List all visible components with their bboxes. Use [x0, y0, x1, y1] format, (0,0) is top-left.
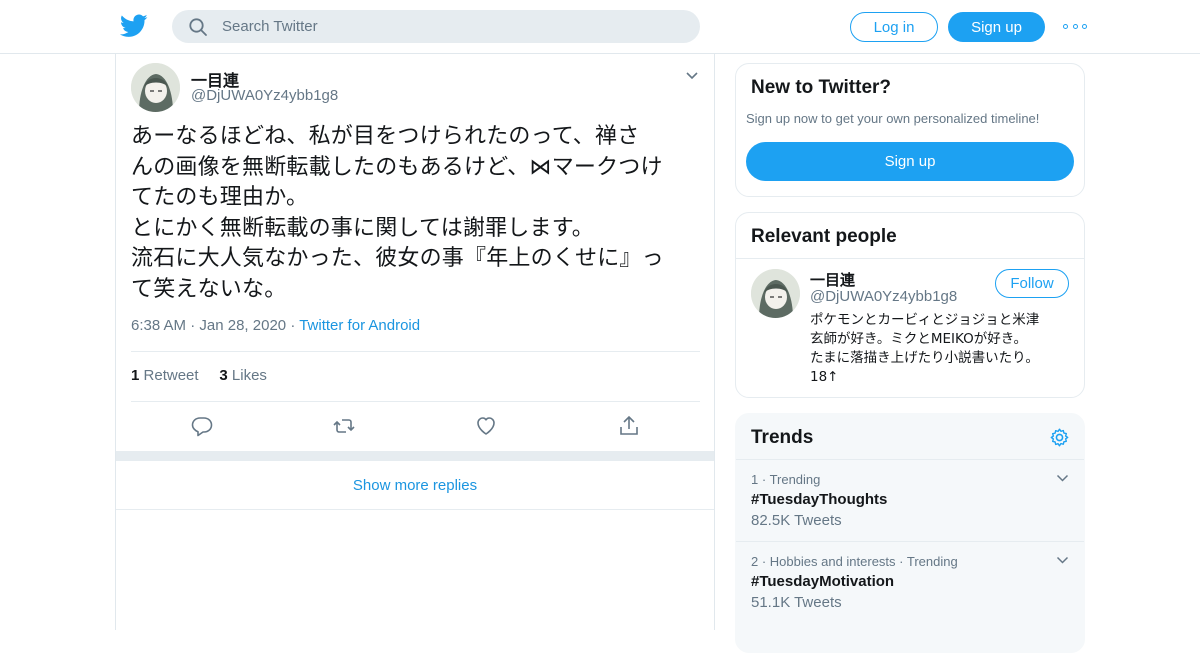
person-bio: ポケモンとカービィとジョジョと米津 玄師が好き。ミクとMEIKOが好き。 たまに…	[810, 312, 1040, 385]
trend-meta: 2 · Hobbies and interests · Trending	[751, 554, 958, 569]
card-title: New to Twitter?	[751, 77, 892, 98]
retweet-label: Retweet	[143, 367, 199, 384]
trend-item[interactable]: 2 · Hobbies and interests · Trending #Tu…	[736, 541, 1084, 623]
divider	[736, 258, 1084, 259]
follow-button[interactable]: Follow	[995, 269, 1069, 298]
tweet-time[interactable]: 6:38 AM	[131, 317, 186, 334]
person-handle[interactable]: @DjUWA0Yz4ybb1g8	[810, 288, 957, 305]
tweet-text: あーなるほどね、私が目をつけられたのって、禅さ んの画像を無断転載したのもあるけ…	[131, 124, 664, 302]
trend-meta: 1 · Trending	[751, 472, 821, 487]
retweet-icon[interactable]	[333, 415, 355, 437]
avatar-illustration-icon	[751, 269, 800, 318]
divider	[131, 401, 700, 402]
tweet-detail-column: 一目連 @DjUWA0Yz4ybb1g8 あーなるほどね、私が目をつけられたのっ…	[115, 54, 715, 630]
tweet-date[interactable]: Jan 28, 2020	[199, 317, 286, 334]
more-options-icon[interactable]	[1063, 16, 1087, 36]
chevron-down-icon[interactable]	[1056, 474, 1069, 483]
signup-button[interactable]: Sign up	[948, 12, 1045, 42]
avatar[interactable]	[751, 269, 800, 318]
trend-tweet-count: 82.5K Tweets	[751, 512, 842, 529]
card-title: Relevant people	[751, 226, 897, 247]
like-count: 3	[219, 367, 228, 384]
search-icon	[189, 17, 207, 36]
search-input[interactable]	[222, 18, 662, 35]
avatar[interactable]	[131, 63, 180, 112]
reply-icon[interactable]	[191, 415, 213, 437]
retweet-stat[interactable]: 1 Retweet	[131, 367, 199, 384]
relevant-people-card: Relevant people 一目連 @DjUWA0Yz4ybb1g8 Fol…	[735, 212, 1085, 398]
tweet-timestamp-row: 6:38 AM · Jan 28, 2020 · Twitter for And…	[131, 317, 420, 334]
like-heart-icon[interactable]	[475, 415, 497, 437]
trends-card: Trends 1 · Trending #TuesdayThoughts 82.…	[735, 413, 1085, 653]
trend-hashtag[interactable]: #TuesdayThoughts	[751, 491, 887, 508]
tweet-source-link[interactable]: Twitter for Android	[299, 317, 420, 334]
trend-rank: 2	[751, 554, 759, 569]
card-subtitle: Sign up now to get your own personalized…	[746, 111, 1040, 126]
likes-stat[interactable]: 3 Likes	[219, 367, 267, 384]
card-title: Trends	[751, 427, 814, 448]
share-icon[interactable]	[618, 415, 640, 437]
trend-context: Hobbies and interests · Trending	[769, 554, 958, 569]
trend-tweet-count: 51.1K Tweets	[751, 594, 842, 611]
likes-label: Likes	[231, 367, 267, 384]
trend-item[interactable]: 1 · Trending #TuesdayThoughts 82.5K Twee…	[736, 459, 1084, 541]
person-name[interactable]: 一目連	[810, 269, 855, 290]
separator-dot: ·	[290, 317, 300, 334]
section-separator	[116, 451, 714, 461]
avatar-illustration-icon	[131, 63, 180, 112]
show-more-replies-link[interactable]: Show more replies	[116, 462, 714, 510]
top-navigation-bar: Log in Sign up	[0, 0, 1200, 54]
divider	[131, 351, 700, 352]
gear-icon[interactable]	[1049, 427, 1070, 448]
separator-dot: ·	[190, 317, 200, 334]
search-bar[interactable]	[172, 10, 700, 43]
login-button[interactable]: Log in	[850, 12, 938, 42]
retweet-count: 1	[131, 367, 140, 384]
trend-hashtag[interactable]: #TuesdayMotivation	[751, 573, 894, 590]
tweet-author-handle[interactable]: @DjUWA0Yz4ybb1g8	[191, 87, 338, 104]
twitter-bird-logo-icon[interactable]	[120, 13, 148, 39]
trend-context: Trending	[769, 472, 821, 487]
sidebar-signup-button[interactable]: Sign up	[746, 142, 1074, 181]
chevron-down-icon[interactable]	[1056, 556, 1069, 565]
trend-rank: 1	[751, 472, 759, 487]
chevron-down-icon[interactable]	[685, 71, 699, 81]
new-to-twitter-card: New to Twitter? Sign up now to get your …	[735, 63, 1085, 197]
tweet-stats: 1 Retweet 3 Likes	[131, 367, 267, 384]
